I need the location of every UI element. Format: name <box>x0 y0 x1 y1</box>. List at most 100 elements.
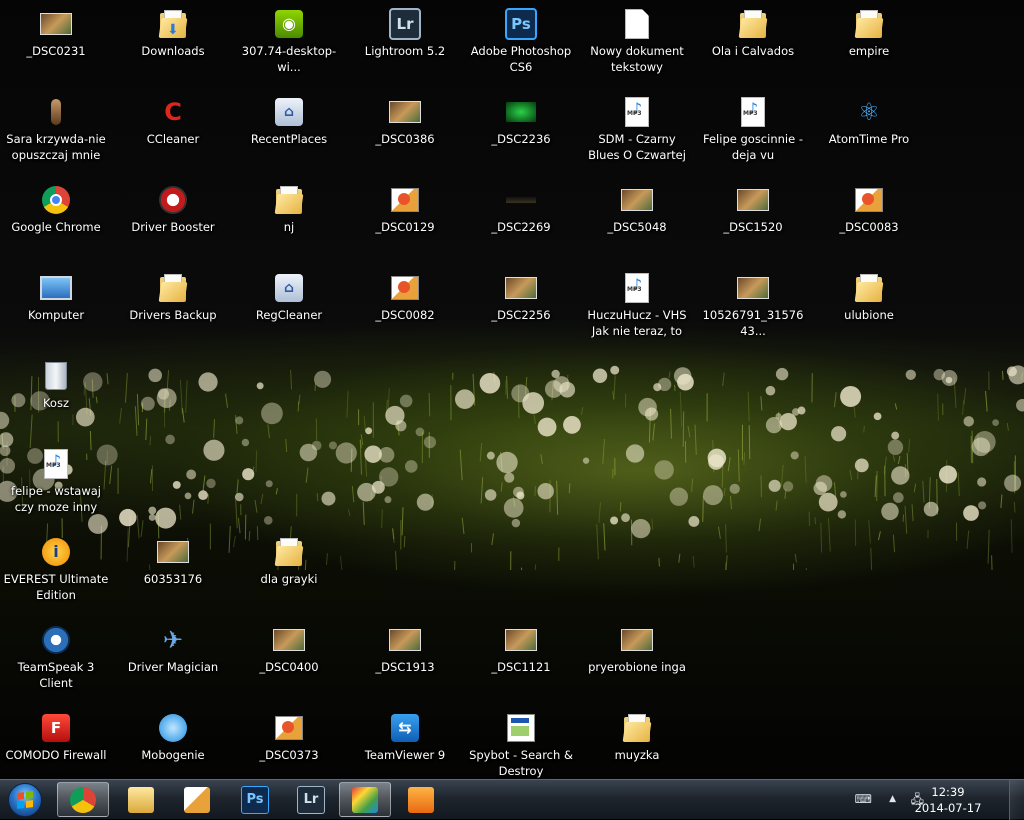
desktop-icon-label: dla grayki <box>235 571 343 587</box>
media-player-taskbar-button[interactable] <box>395 782 447 817</box>
desktop-icon[interactable]: ◉307.74-desktop-wi... <box>233 2 345 86</box>
desktop-icon-label: _DSC0129 <box>351 219 459 235</box>
desktop-icon[interactable]: ⚛AtomTime Pro <box>813 90 925 174</box>
driver-magician-icon: ✈ <box>157 624 189 656</box>
desktop-icon-label: Spybot - Search & Destroy <box>467 747 575 779</box>
recent-places-icon: ⌂ <box>273 96 305 128</box>
desktop-icon[interactable]: 60353176 <box>117 530 229 614</box>
desktop-icon[interactable]: Mobogenie <box>117 706 229 779</box>
folder-icon <box>737 8 769 40</box>
photo-viewer-icon <box>389 184 421 216</box>
desktop-icon-label: ulubione <box>815 307 923 323</box>
desktop-icon[interactable]: Kosz <box>0 354 112 438</box>
desktop-icon[interactable]: Driver Booster <box>117 178 229 262</box>
desktop-icon[interactable]: Sara krzywda-nie opuszczaj mnie <box>0 90 112 174</box>
desktop-icon[interactable]: _DSC0386 <box>349 90 461 174</box>
desktop-icon[interactable]: Nowy dokument tekstowy <box>581 2 693 86</box>
start-button[interactable] <box>4 781 46 819</box>
desktop-icon[interactable]: CCCleaner <box>117 90 229 174</box>
desktop-icon[interactable]: _DSC0400 <box>233 618 345 702</box>
figure-icon <box>40 96 72 128</box>
desktop-icon[interactable]: pryerobione inga <box>581 618 693 702</box>
photo-viewer-icon <box>853 184 885 216</box>
desktop-icon[interactable]: Ola i Calvados <box>697 2 809 86</box>
desktop-icon[interactable]: ♪MP3Felipe goscinnie - deja vu <box>697 90 809 174</box>
desktop-icon[interactable]: empire <box>813 2 925 86</box>
desktop-icon-label: Driver Booster <box>119 219 227 235</box>
desktop-icon[interactable]: _DSC2236 <box>465 90 577 174</box>
desktop-icon-label: Google Chrome <box>2 219 110 235</box>
desktop-icon[interactable]: LrLightroom 5.2 <box>349 2 461 86</box>
keyboard-icon[interactable]: ⌨ <box>855 791 872 807</box>
show-desktop-button[interactable] <box>1009 780 1024 820</box>
desktop-icon[interactable]: FCOMODO Firewall <box>0 706 112 779</box>
desktop-icon-label: nj <box>235 219 343 235</box>
desktop-icon-label: HuczuHucz - VHS Jak nie teraz, to k... <box>583 307 691 339</box>
clock-date[interactable]: 2014-07-17 <box>908 801 988 815</box>
desktop-icon[interactable]: ♪MP3felipe - wstawaj czy moze inny tytul… <box>0 442 112 526</box>
desktop-icon[interactable]: TeamSpeak 3 Client <box>0 618 112 702</box>
lightroom-taskbar-button[interactable]: Lr <box>285 782 337 817</box>
colorful-app-icon <box>352 787 378 813</box>
desktop-icon-label: Felipe goscinnie - deja vu <box>699 131 807 163</box>
photo-thumbnail-icon <box>737 272 769 304</box>
nvidia-installer-icon: ◉ <box>273 8 305 40</box>
photoshop-taskbar-button[interactable]: Ps <box>229 782 281 817</box>
desktop-icon-label: SDM - Czarny Blues O Czwartej Nad R... <box>583 131 691 163</box>
folder-icon <box>853 272 885 304</box>
chrome-icon <box>70 787 96 813</box>
media-player-icon <box>408 787 434 813</box>
desktop-icon-label: Drivers Backup <box>119 307 227 323</box>
windows-orb-icon <box>8 783 42 817</box>
desktop-icon[interactable]: _DSC0082 <box>349 266 461 350</box>
desktop-icon[interactable]: muyzka <box>581 706 693 779</box>
chrome-taskbar-button[interactable] <box>57 782 109 817</box>
show-hidden-icons-icon[interactable]: ▲ <box>889 791 896 807</box>
desktop-icon[interactable]: ♪MP3SDM - Czarny Blues O Czwartej Nad R.… <box>581 90 693 174</box>
clock-time[interactable]: 12:39 <box>908 785 988 799</box>
desktop-icon[interactable]: Drivers Backup <box>117 266 229 350</box>
desktop-icon-label: 307.74-desktop-wi... <box>235 43 343 75</box>
desktop-icon[interactable]: ulubione <box>813 266 925 350</box>
desktop-icon[interactable]: 10526791_3157643... <box>697 266 809 350</box>
desktop-icon-label: RecentPlaces <box>235 131 343 147</box>
ccleaner-icon: C <box>157 96 189 128</box>
desktop-icon[interactable]: _DSC1913 <box>349 618 461 702</box>
desktop-icon-label: Lightroom 5.2 <box>351 43 459 59</box>
desktop-icon-label: _DSC1913 <box>351 659 459 675</box>
desktop-icon[interactable]: _DSC5048 <box>581 178 693 262</box>
desktop-icon[interactable]: _DSC0129 <box>349 178 461 262</box>
desktop-icon[interactable]: ♪MP3HuczuHucz - VHS Jak nie teraz, to k.… <box>581 266 693 350</box>
photo-thumbnail-icon <box>505 624 537 656</box>
mobogenie-icon <box>157 712 189 744</box>
desktop-icon[interactable]: ✈Driver Magician <box>117 618 229 702</box>
desktop-icon[interactable]: ⬇Downloads <box>117 2 229 86</box>
desktop-icon[interactable]: iEVEREST Ultimate Edition <box>0 530 112 614</box>
app-taskbar-button[interactable] <box>339 782 391 817</box>
desktop-icon-label: 10526791_3157643... <box>699 307 807 339</box>
desktop-icon[interactable]: ⇆TeamViewer 9 <box>349 706 461 779</box>
photo-viewer-taskbar-button[interactable] <box>171 782 223 817</box>
mp3-file-icon: ♪MP3 <box>621 272 653 304</box>
desktop-icon[interactable]: nj <box>233 178 345 262</box>
desktop-icon[interactable]: ⌂RegCleaner <box>233 266 345 350</box>
desktop-icon[interactable]: PsAdobe Photoshop CS6 <box>465 2 577 86</box>
explorer-taskbar-button[interactable] <box>115 782 167 817</box>
desktop-icon[interactable]: _DSC1121 <box>465 618 577 702</box>
desktop-icon[interactable]: _DSC2256 <box>465 266 577 350</box>
desktop-icon[interactable]: Komputer <box>0 266 112 350</box>
desktop-icon[interactable]: dla grayki <box>233 530 345 614</box>
desktop-icon[interactable]: _DSC1520 <box>697 178 809 262</box>
desktop-icon[interactable]: ⌂ RecentPlaces <box>233 90 345 174</box>
desktop-icon[interactable]: _DSC0373 <box>233 706 345 779</box>
desktop-icon[interactable]: _DSC0083 <box>813 178 925 262</box>
desktop-icon[interactable]: Google Chrome <box>0 178 112 262</box>
desktop[interactable]: _DSC0231⬇Downloads◉307.74-desktop-wi...L… <box>0 0 1024 779</box>
desktop-icon-label: Adobe Photoshop CS6 <box>467 43 575 75</box>
desktop-icon[interactable]: Spybot - Search & Destroy <box>465 706 577 779</box>
chrome-icon <box>40 184 72 216</box>
desktop-icon[interactable]: _DSC2269 <box>465 178 577 262</box>
desktop-icon[interactable]: _DSC0231 <box>0 2 112 86</box>
desktop-icon-label: felipe - wstawaj czy moze inny tytul [s.… <box>2 483 110 515</box>
desktop-icon-label: Sara krzywda-nie opuszczaj mnie <box>2 131 110 163</box>
